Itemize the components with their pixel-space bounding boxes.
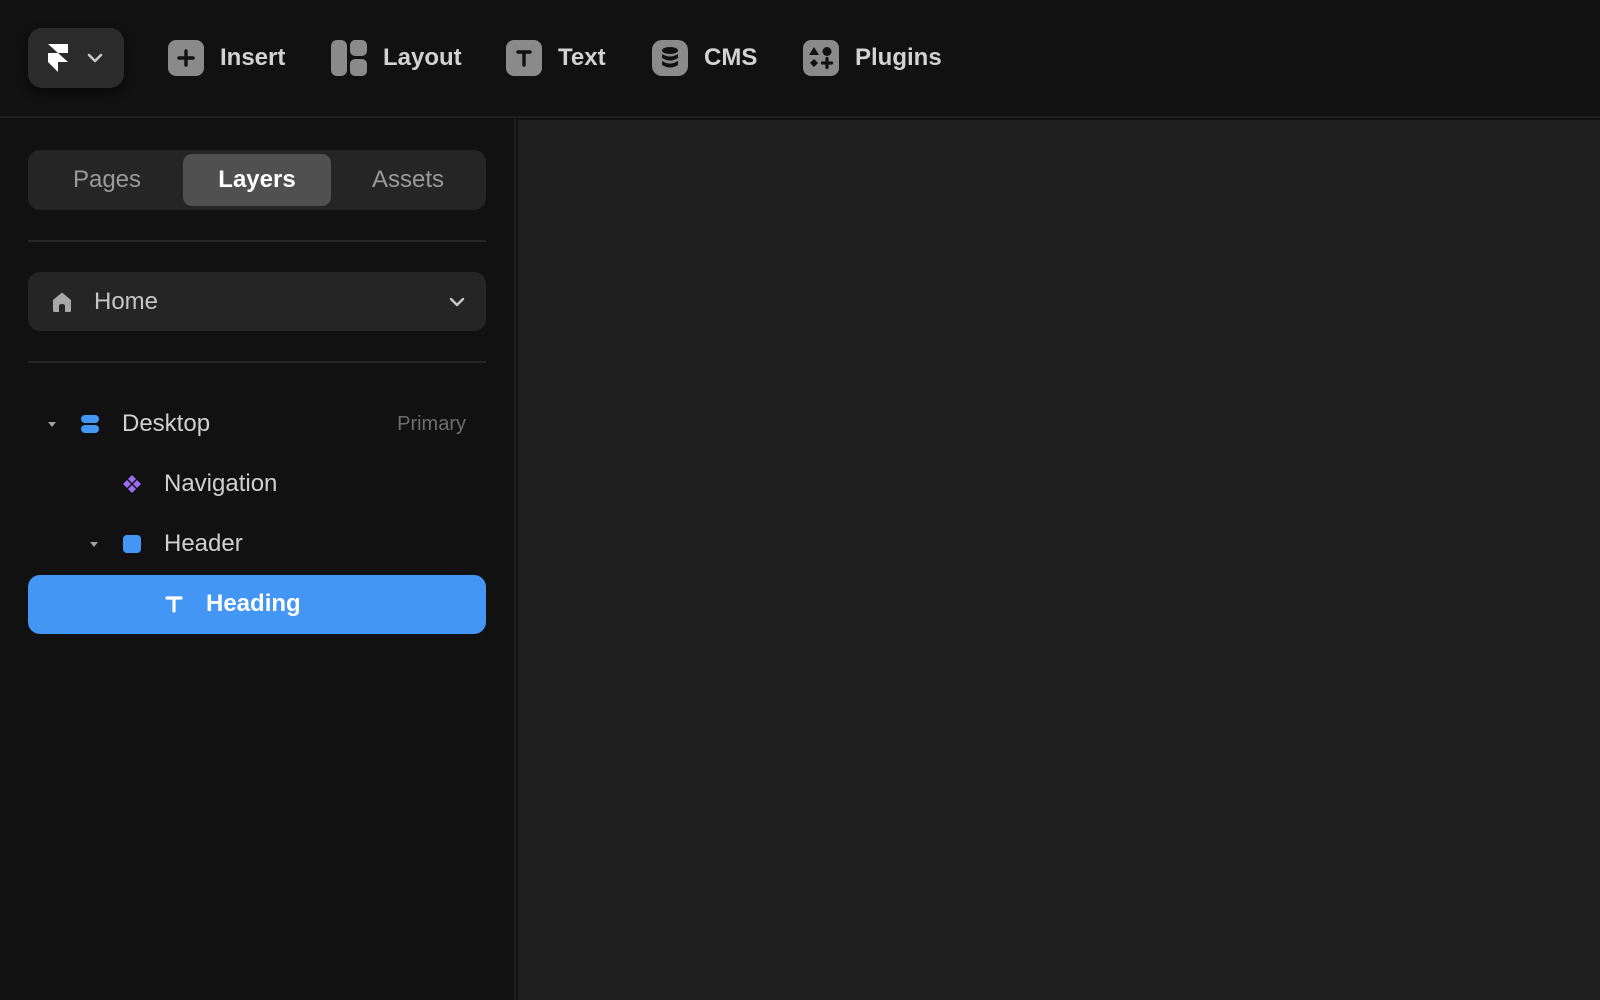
plugins-icon bbox=[803, 40, 839, 76]
framer-logo-icon bbox=[48, 44, 68, 72]
insert-label: Insert bbox=[220, 44, 286, 71]
page-selector[interactable]: Home bbox=[28, 272, 486, 331]
text-layer-icon bbox=[165, 596, 183, 613]
home-icon bbox=[53, 292, 71, 312]
database-icon bbox=[652, 40, 688, 76]
layer-row-desktop[interactable]: Desktop Primary bbox=[28, 395, 486, 454]
tab-pages[interactable]: Pages bbox=[32, 154, 182, 206]
layer-name: Desktop bbox=[122, 410, 211, 437]
panel-tabs: Pages Layers Assets bbox=[28, 150, 486, 210]
top-toolbar: Insert Layout Text CMS Plugins bbox=[0, 0, 1600, 118]
layout-label: Layout bbox=[383, 44, 462, 71]
layout-button[interactable]: Layout bbox=[331, 38, 462, 78]
left-sidebar: Pages Layers Assets Home Desktop Primary bbox=[0, 119, 516, 1000]
divider bbox=[28, 240, 486, 242]
plugins-label: Plugins bbox=[855, 44, 942, 71]
plugins-button[interactable]: Plugins bbox=[803, 38, 942, 78]
caret-down-icon[interactable] bbox=[45, 417, 59, 431]
layer-row-heading[interactable]: Heading bbox=[28, 575, 486, 634]
primary-badge: Primary bbox=[397, 413, 466, 435]
page-selector-label: Home bbox=[94, 288, 159, 315]
text-icon bbox=[506, 40, 542, 76]
tab-assets[interactable]: Assets bbox=[334, 154, 482, 206]
chevron-down-icon bbox=[449, 297, 465, 307]
layer-name: Heading bbox=[206, 590, 301, 617]
layer-row-header[interactable]: Header bbox=[28, 515, 486, 574]
cms-button[interactable]: CMS bbox=[652, 38, 757, 78]
breakpoint-icon bbox=[81, 415, 99, 433]
chevron-down-icon bbox=[87, 53, 103, 63]
plus-icon bbox=[168, 40, 204, 76]
component-icon bbox=[123, 475, 141, 493]
layer-name: Navigation bbox=[164, 470, 278, 497]
layer-row-navigation[interactable]: Navigation bbox=[28, 455, 486, 514]
tab-layers[interactable]: Layers bbox=[183, 154, 331, 206]
frame-icon bbox=[123, 535, 141, 553]
layer-name: Header bbox=[164, 530, 243, 557]
design-canvas[interactable] bbox=[518, 120, 1600, 1000]
caret-down-icon[interactable] bbox=[87, 537, 101, 551]
text-label: Text bbox=[558, 44, 606, 71]
text-tool-button[interactable]: Text bbox=[506, 38, 606, 78]
insert-button[interactable]: Insert bbox=[168, 38, 285, 78]
cms-label: CMS bbox=[704, 44, 758, 71]
layout-icon bbox=[331, 40, 367, 76]
divider bbox=[28, 361, 486, 363]
app-menu-button[interactable] bbox=[28, 28, 124, 88]
